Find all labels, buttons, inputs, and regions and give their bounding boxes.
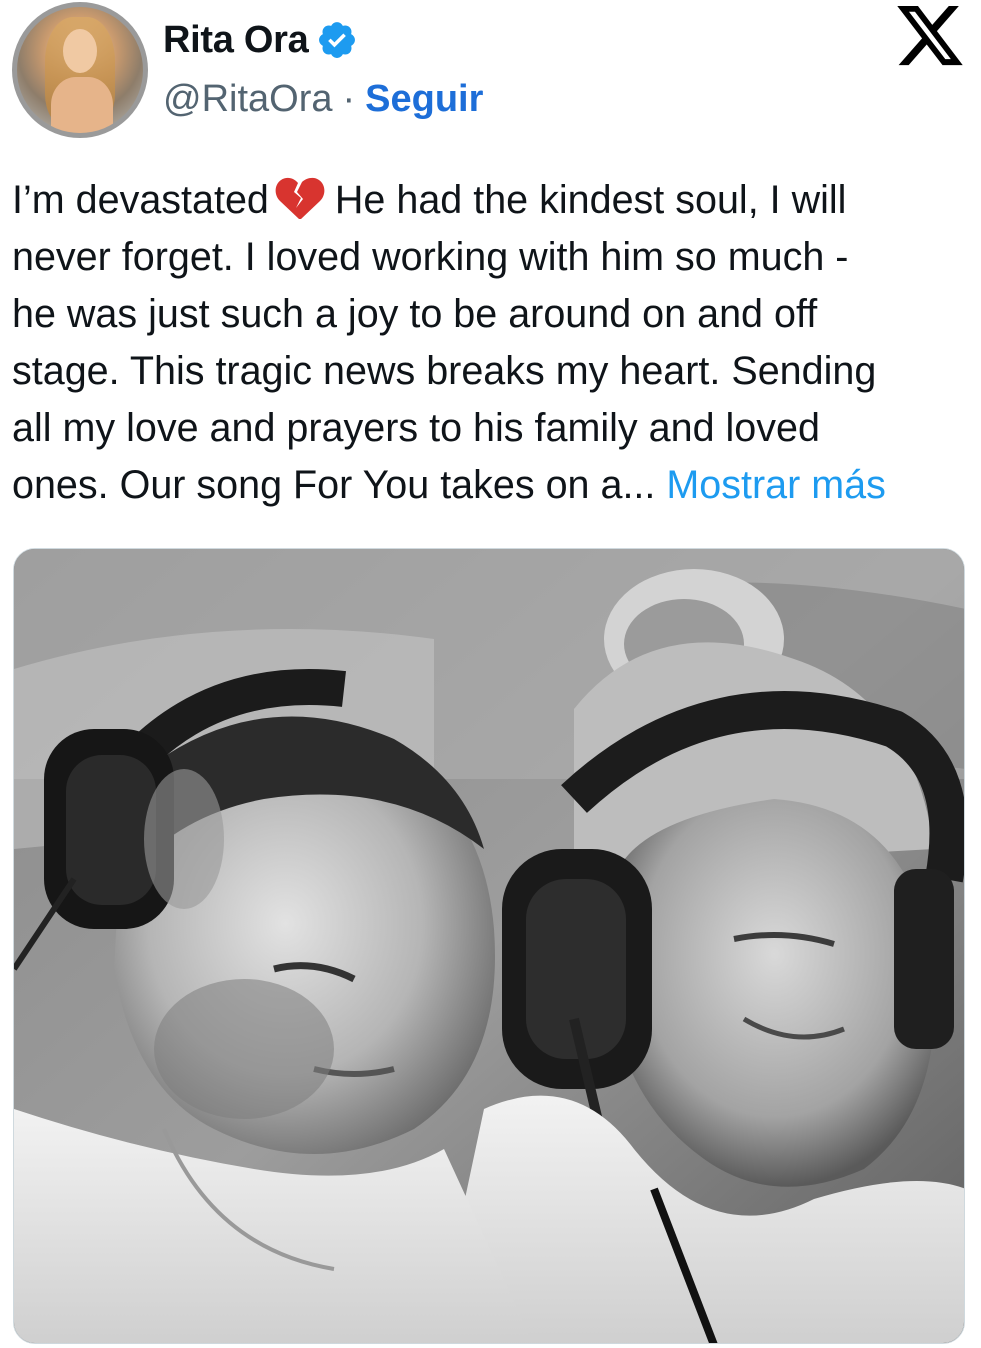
author-display-name[interactable]: Rita Ora (163, 19, 309, 62)
tweet-text-part2: He had the kindest soul, I will never fo… (12, 178, 877, 507)
avatar-body (51, 77, 113, 133)
author-name-row: Rita Ora (163, 18, 358, 62)
tweet-media-photo[interactable] (13, 548, 965, 1344)
tweet-header: Rita Ora @RitaOra · Seguir (0, 0, 981, 150)
broken-heart-icon (275, 177, 325, 219)
show-more-link[interactable]: Mostrar más (666, 463, 885, 507)
avatar[interactable] (12, 2, 148, 138)
photo-illustration (14, 549, 964, 1343)
author-handle-row: @RitaOra · Seguir (163, 76, 483, 122)
tweet-text-part1: I’m devastated (12, 178, 269, 222)
avatar-face (63, 29, 97, 73)
tweet-text: I’m devastated He had the kindest soul, I… (12, 172, 972, 514)
author-handle[interactable]: @RitaOra (163, 78, 333, 121)
follow-button[interactable]: Seguir (365, 78, 483, 121)
verified-badge-icon (319, 22, 356, 58)
handle-separator: · (342, 77, 356, 120)
x-logo-icon[interactable] (896, 6, 964, 66)
